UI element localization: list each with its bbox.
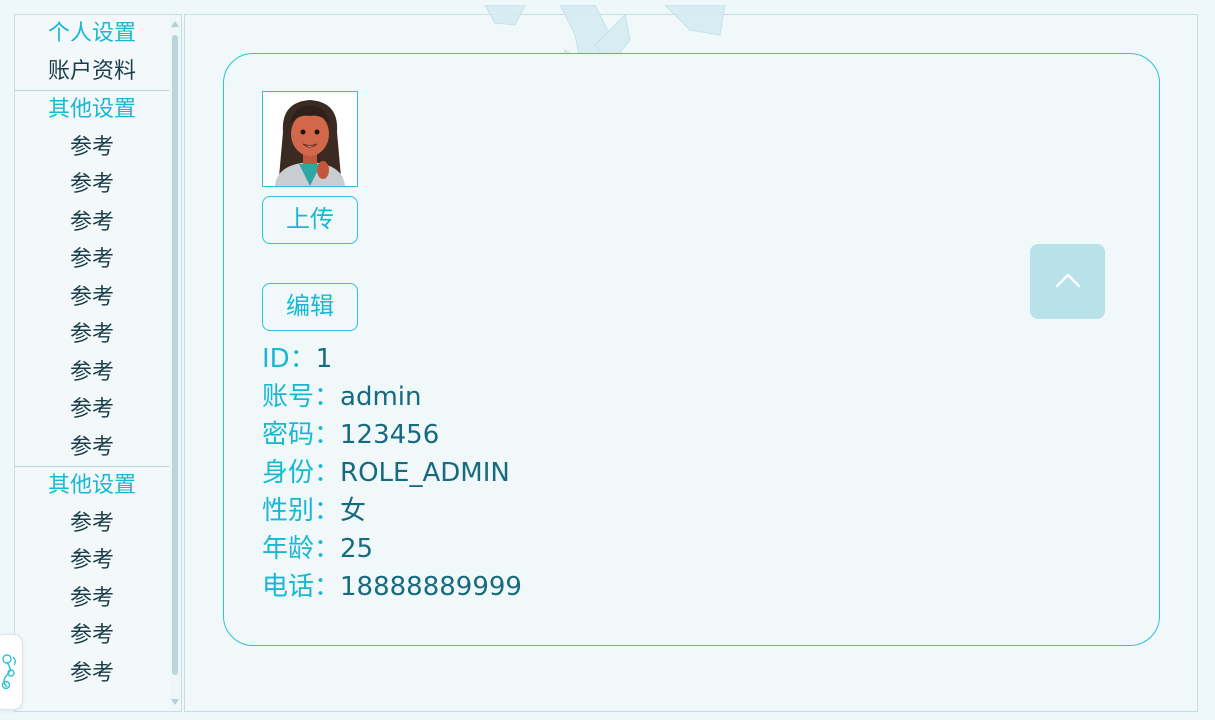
field-value: 123456 (340, 420, 440, 450)
sidebar-item-personal-settings[interactable]: 个人设置 (15, 15, 169, 53)
avatar-image (263, 92, 357, 186)
sidebar-item-reference[interactable]: 参考 (15, 354, 169, 392)
decorative-floral-icon (1, 654, 16, 690)
field-label: 身份： (262, 458, 341, 488)
upload-button[interactable]: 上传 (262, 196, 358, 244)
sidebar-item-reference[interactable]: 参考 (15, 241, 169, 279)
field-password: 密码：123456 (262, 416, 522, 454)
sidebar-item-reference[interactable]: 参考 (15, 166, 169, 204)
field-value: ROLE_ADMIN (340, 458, 510, 488)
field-value: 1 (315, 344, 333, 374)
sidebar-item-reference[interactable]: 参考 (15, 316, 169, 354)
profile-info: ID：1 账号：admin 密码：123456 身份：ROLE_ADMIN 性别… (262, 340, 522, 606)
sidebar: 个人设置 账户资料 其他设置 参考 参考 参考 参考 参考 参考 参考 参考 参… (14, 14, 182, 712)
sidebar-item-reference[interactable]: 参考 (15, 617, 169, 655)
field-label: 性别： (262, 496, 341, 526)
sidebar-list: 个人设置 账户资料 其他设置 参考 参考 参考 参考 参考 参考 参考 参考 参… (15, 15, 169, 692)
scroll-up-arrow-icon[interactable] (171, 21, 179, 27)
sidebar-item-reference[interactable]: 参考 (15, 391, 169, 429)
floating-widget[interactable] (0, 634, 23, 710)
back-to-top-button[interactable] (1030, 244, 1105, 319)
sidebar-item-reference[interactable]: 参考 (15, 655, 169, 693)
field-id: ID：1 (262, 340, 522, 378)
sidebar-item-reference[interactable]: 参考 (15, 204, 169, 242)
sidebar-item-reference[interactable]: 参考 (15, 429, 169, 467)
field-role: 身份：ROLE_ADMIN (262, 454, 522, 492)
main-panel: 上传 编辑 ID：1 账号：admin 密码：123456 身份：ROLE_AD… (184, 5, 1198, 712)
sidebar-item-reference[interactable]: 参考 (15, 279, 169, 317)
sidebar-item-reference[interactable]: 参考 (15, 505, 169, 543)
field-label: 电话： (262, 572, 341, 602)
field-age: 年龄：25 (262, 530, 522, 568)
sidebar-item-account-profile[interactable]: 账户资料 (15, 53, 169, 91)
edit-button[interactable]: 编辑 (262, 283, 358, 331)
field-value: admin (340, 382, 422, 412)
field-value: 女 (340, 496, 367, 526)
field-label: ID： (262, 344, 316, 374)
field-phone: 电话：18888889999 (262, 568, 522, 606)
chevron-up-icon (1055, 273, 1081, 288)
field-value: 18888889999 (340, 572, 522, 602)
field-label: 年龄： (262, 534, 341, 564)
avatar[interactable] (262, 91, 358, 187)
sidebar-item-reference[interactable]: 参考 (15, 542, 169, 580)
profile-card: 上传 编辑 ID：1 账号：admin 密码：123456 身份：ROLE_AD… (223, 53, 1160, 646)
sidebar-item-reference[interactable]: 参考 (15, 580, 169, 618)
field-value: 25 (340, 534, 374, 564)
field-gender: 性别：女 (262, 492, 522, 530)
scrollbar-thumb[interactable] (172, 35, 178, 675)
sidebar-group-other-settings[interactable]: 其他设置 (15, 467, 169, 505)
sidebar-item-reference[interactable]: 参考 (15, 129, 169, 167)
scroll-down-arrow-icon[interactable] (171, 699, 179, 705)
sidebar-group-other-settings[interactable]: 其他设置 (15, 91, 169, 129)
field-label: 账号： (262, 382, 341, 412)
field-label: 密码： (262, 420, 341, 450)
sidebar-scrollbar[interactable] (169, 15, 181, 711)
field-account: 账号：admin (262, 378, 522, 416)
